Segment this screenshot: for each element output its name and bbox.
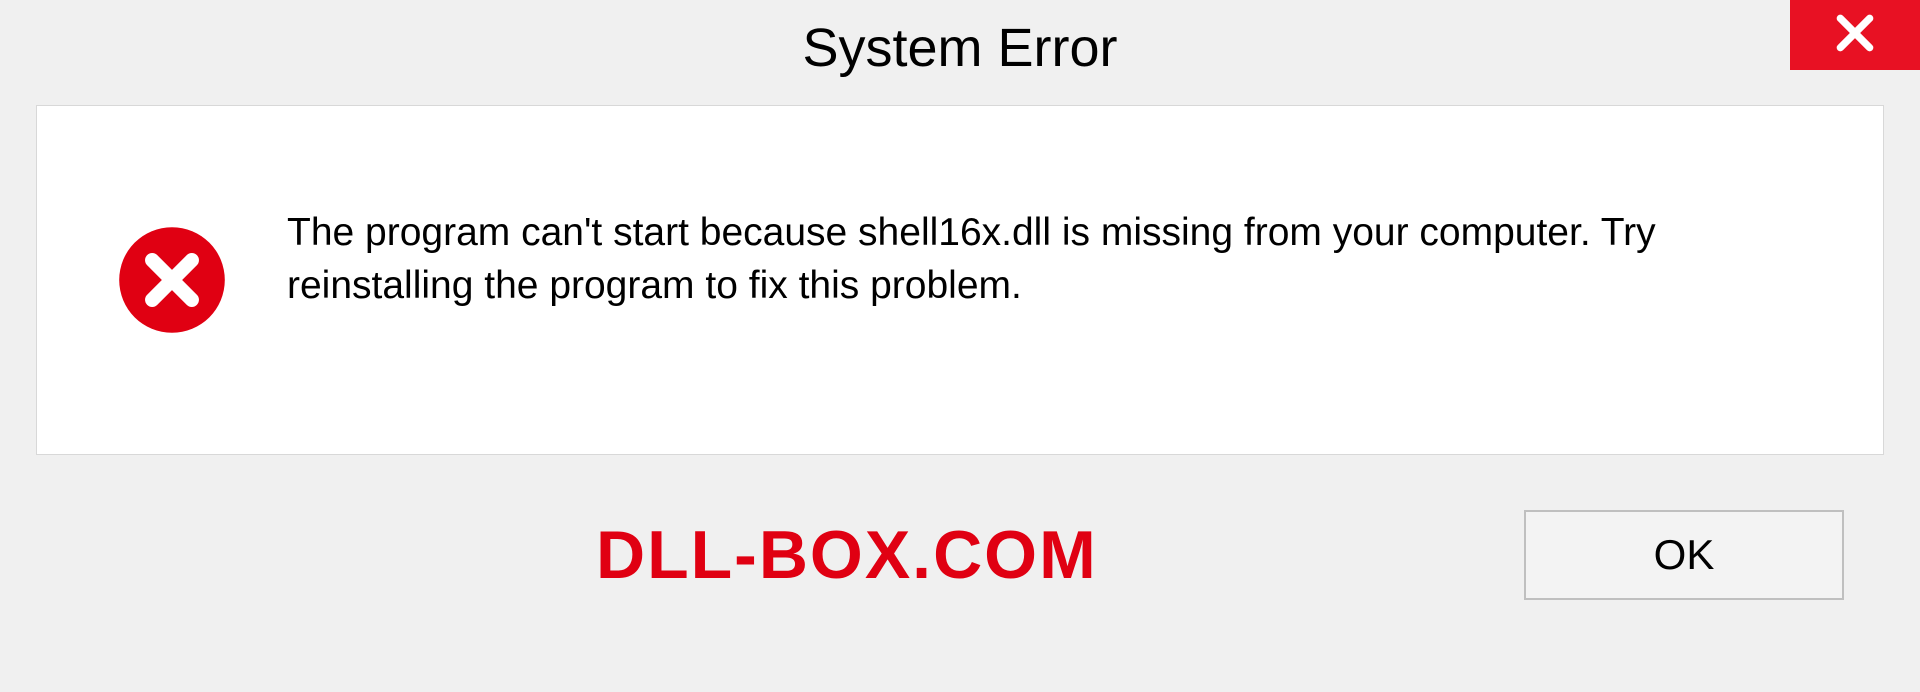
watermark-text: DLL-BOX.COM [596,516,1098,594]
content-area: The program can't start because shell16x… [36,105,1884,455]
ok-button-label: OK [1654,531,1715,579]
close-icon [1833,11,1877,60]
titlebar: System Error [0,0,1920,95]
footer-area: DLL-BOX.COM OK [36,455,1884,655]
dialog-title: System Error [802,17,1117,79]
error-message: The program can't start because shell16x… [287,207,1787,312]
ok-button[interactable]: OK [1524,510,1844,600]
close-button[interactable] [1790,0,1920,70]
error-icon [117,225,227,335]
